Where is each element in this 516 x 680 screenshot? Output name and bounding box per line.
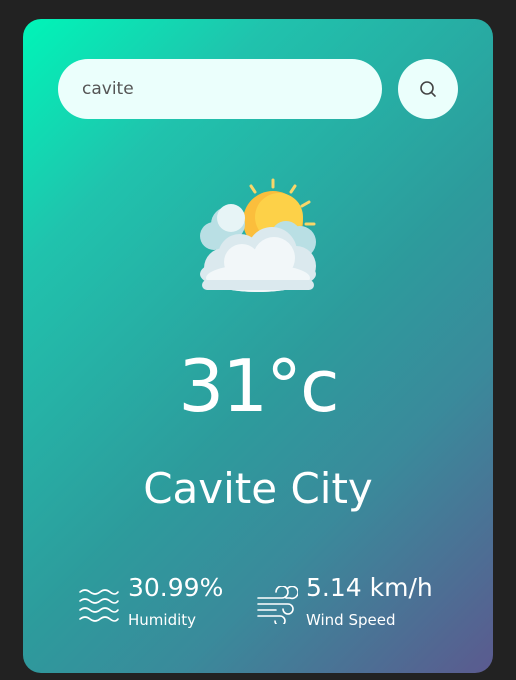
humidity-label: Humidity — [128, 611, 197, 629]
partly-cloudy-sun-icon — [200, 178, 316, 292]
search-input[interactable] — [58, 59, 382, 119]
search-button[interactable] — [398, 59, 458, 119]
wind-value: 5.14 km/h — [306, 573, 433, 602]
humidity-waves-icon — [79, 589, 119, 622]
search-bar — [58, 59, 458, 119]
wind-icon — [257, 586, 298, 624]
wind-label: Wind Speed — [306, 611, 396, 629]
city-name: Cavite City — [143, 464, 373, 513]
temperature: 31°c — [178, 344, 339, 428]
search-icon — [420, 81, 436, 97]
weather-card: 31°c Cavite City 30.99% Humidity — [23, 19, 493, 673]
humidity-value: 30.99% — [128, 573, 224, 602]
weather-details: 30.99% Humidity 5.14 km/h Wind Speed — [78, 572, 458, 642]
